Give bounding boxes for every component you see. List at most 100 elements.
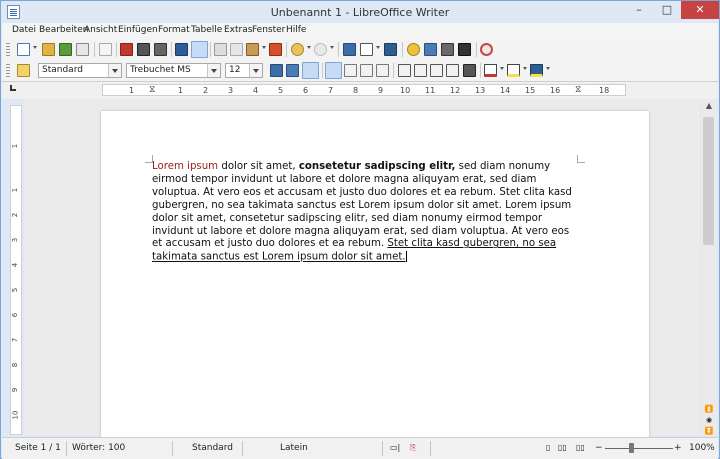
text-segment-red[interactable]: Lorem ipsum <box>152 161 218 172</box>
indent-marker-icon[interactable]: ⧖ <box>149 85 155 95</box>
chevron-down-icon[interactable] <box>523 67 527 70</box>
data-sources-icon[interactable] <box>441 43 454 56</box>
vertical-scrollbar[interactable]: ▲ ⏫ ◉ ⏬ <box>701 99 717 435</box>
toolbar-grip[interactable] <box>6 64 10 77</box>
align-left-icon[interactable] <box>325 62 342 79</box>
page-style[interactable]: Standard <box>192 443 233 453</box>
document-page[interactable]: Lorem ipsum dolor sit amet, consetetur s… <box>101 111 649 451</box>
zoom-level[interactable]: 100% <box>689 443 715 453</box>
previous-page-icon[interactable]: ⏫ <box>703 404 715 414</box>
text-segment-bold[interactable]: consetetur sadipscing elitr, <box>299 161 456 172</box>
document-modified-icon[interactable]: ⎘ <box>410 443 416 453</box>
justify-icon[interactable] <box>376 64 389 77</box>
menu-tabelle[interactable]: Tabelle <box>191 25 222 35</box>
open-icon[interactable] <box>42 43 55 56</box>
font-name-select[interactable]: Trebuchet MS <box>126 63 221 78</box>
align-center-icon[interactable] <box>344 64 357 77</box>
right-indent-marker-icon[interactable]: ⧖ <box>575 85 581 95</box>
text-segment[interactable]: sed diam nonumy eirmod tempor invidunt u… <box>152 161 572 249</box>
font-size-select[interactable]: 12 <box>225 63 263 78</box>
help-icon[interactable] <box>480 43 493 56</box>
align-right-icon[interactable] <box>360 64 373 77</box>
show-draw-functions-icon[interactable] <box>384 43 397 56</box>
maximize-button[interactable]: □ <box>653 1 681 19</box>
vertical-ruler[interactable]: 1 1 2 3 4 5 6 7 8 9 10 <box>10 105 22 435</box>
bullets-icon[interactable] <box>414 64 427 77</box>
ruler-strip[interactable]: 1 1 2 3 4 5 6 7 8 9 10 11 12 13 14 15 16… <box>102 84 626 96</box>
page-indicator[interactable]: Seite 1 / 1 <box>15 443 61 453</box>
menu-ansicht[interactable]: Ansicht <box>84 25 117 35</box>
book-view-icon[interactable]: ▯▯ <box>576 443 585 452</box>
chevron-down-icon[interactable] <box>500 67 504 70</box>
email-icon[interactable] <box>76 43 89 56</box>
chevron-down-icon[interactable] <box>262 46 266 49</box>
scroll-up-icon[interactable]: ▲ <box>701 99 717 113</box>
menu-format[interactable]: Format <box>158 25 190 35</box>
edit-icon[interactable] <box>99 43 112 56</box>
menu-hilfe[interactable]: Hilfe <box>286 25 306 35</box>
autospellcheck-icon[interactable] <box>191 41 208 58</box>
decrease-indent-icon[interactable] <box>430 64 443 77</box>
menu-fenster[interactable]: Fenster <box>252 25 285 35</box>
paragraph-direction-icon[interactable] <box>463 64 476 77</box>
toolbar-grip[interactable] <box>6 43 10 56</box>
menu-bearbeiten[interactable]: Bearbeiten <box>39 25 88 35</box>
horizontal-ruler[interactable]: 1 1 2 3 4 5 6 7 8 9 10 11 12 13 14 15 16… <box>2 82 718 99</box>
paragraph-style-select[interactable]: Standard <box>38 63 122 78</box>
close-button[interactable]: ✕ <box>681 1 719 19</box>
chevron-down-icon[interactable] <box>330 46 334 49</box>
chevron-down-icon[interactable] <box>207 64 220 77</box>
insert-mode-icon[interactable]: ▭| <box>390 443 400 452</box>
single-page-view-icon[interactable]: ▯ <box>546 443 550 452</box>
chevron-down-icon[interactable] <box>546 67 550 70</box>
formatting-marks-icon[interactable] <box>458 43 471 56</box>
minimize-button[interactable]: – <box>625 1 653 19</box>
tab-stop-icon[interactable] <box>10 85 16 91</box>
document-body[interactable]: Lorem ipsum dolor sit amet, consetetur s… <box>152 161 582 265</box>
navigator-icon[interactable] <box>407 43 420 56</box>
bold-icon[interactable] <box>270 64 283 77</box>
menu-extras[interactable]: Extras <box>224 25 252 35</box>
background-color-icon[interactable] <box>530 64 543 77</box>
numbering-icon[interactable] <box>398 64 411 77</box>
zoom-slider-track[interactable] <box>605 448 673 449</box>
increase-indent-icon[interactable] <box>446 64 459 77</box>
menu-datei[interactable]: Datei <box>12 25 36 35</box>
chevron-down-icon[interactable] <box>249 64 262 77</box>
hyperlink-icon[interactable] <box>343 43 356 56</box>
new-document-icon[interactable] <box>17 43 30 56</box>
redo-icon[interactable] <box>314 43 327 56</box>
chevron-down-icon[interactable] <box>33 46 37 49</box>
export-pdf-icon[interactable] <box>120 43 133 56</box>
print-icon[interactable] <box>137 43 150 56</box>
chevron-down-icon[interactable] <box>307 46 311 49</box>
chevron-down-icon[interactable] <box>108 64 121 77</box>
italic-icon[interactable] <box>286 64 299 77</box>
underline-icon[interactable] <box>302 62 319 79</box>
multi-page-view-icon[interactable]: ▯▯ <box>558 443 567 452</box>
chevron-down-icon[interactable] <box>376 46 380 49</box>
gallery-icon[interactable] <box>424 43 437 56</box>
language-indicator[interactable]: Latein <box>280 443 308 453</box>
print-preview-icon[interactable] <box>154 43 167 56</box>
next-page-icon[interactable]: ⏬ <box>703 426 715 436</box>
word-count[interactable]: Wörter: 100 <box>72 443 125 453</box>
cut-icon[interactable] <box>214 43 227 56</box>
zoom-slider-thumb[interactable] <box>629 443 634 453</box>
spellcheck-icon[interactable] <box>175 43 188 56</box>
styles-icon[interactable] <box>17 64 30 77</box>
paste-icon[interactable] <box>246 43 259 56</box>
navigation-icon[interactable]: ◉ <box>703 415 715 425</box>
scrollbar-thumb[interactable] <box>703 117 714 245</box>
zoom-in-button[interactable]: + <box>674 443 682 453</box>
table-icon[interactable] <box>360 43 373 56</box>
menu-einfuegen[interactable]: Einfügen <box>118 25 158 35</box>
zoom-out-button[interactable]: − <box>595 443 603 453</box>
highlighting-icon[interactable] <box>507 64 520 77</box>
save-icon[interactable] <box>59 43 72 56</box>
clone-format-icon[interactable] <box>269 43 282 56</box>
document-workspace[interactable]: Lorem ipsum dolor sit amet, consetetur s… <box>24 99 700 451</box>
undo-icon[interactable] <box>291 43 304 56</box>
copy-icon[interactable] <box>230 43 243 56</box>
font-color-icon[interactable] <box>484 64 497 77</box>
